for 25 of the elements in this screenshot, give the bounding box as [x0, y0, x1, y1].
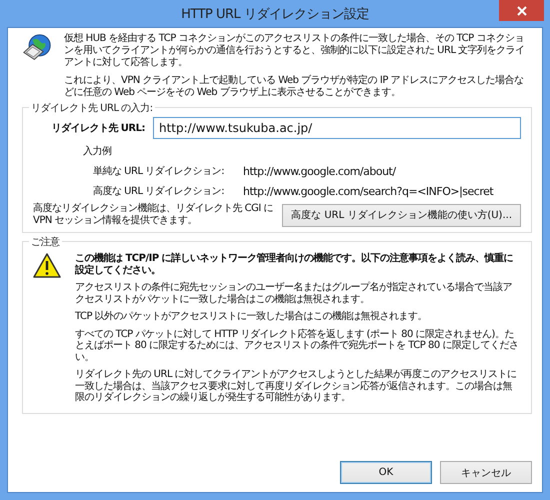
- description-text: これにより、VPN クライアント上で起動している Web ブラウザが特定の IP アドレスにアクセスした場合などに任意の Web ページをその Web ブラウザ上に表示させることができます。: [64, 75, 525, 99]
- warning-text: この機能は TCP/IP に詳しいネットワーク管理者向けの機能です。以下の注意事項をよく読み、慎重に設定してください。: [75, 253, 514, 276]
- close-icon: [516, 6, 526, 16]
- example-url: http://www.google.com/search?q=<INFO>|secret: [243, 184, 494, 198]
- notice-text: リダイレクト先の URL に対してクライアントがアクセスしようとした結果が再度このアクセスリストに一致した場合は、当該アクセス要求に対して再度リダイレクション応答が返信されます。この場合は無限のリダイレクションの繰り返しが発生する可能性があります。: [75, 369, 518, 404]
- url-field[interactable]: http://www.tsukuba.ac.jp/: [153, 117, 521, 139]
- dialog-button[interactable]: OK: [340, 461, 432, 484]
- notice-text: アクセスリストの条件に宛先セッションのユーザー名またはグループ名が指定されている場合で当該アクセスリストがパケットに一致した場合はこの機能は無視されます。: [75, 282, 513, 305]
- notice-text: TCP 以外のパケットがアクセスリストに一致した場合はこの機能は無視されます。: [75, 311, 428, 322]
- note-text: 高度なリダイレクション機能は、リダイレクト先 CGI に VPN セッション情報を提供できます。: [33, 203, 274, 227]
- example-url: http://www.google.com/about/: [243, 164, 396, 178]
- example-label: 高度な URL リダイレクション:: [93, 184, 226, 198]
- example-label: 単純な URL リダイレクション:: [93, 165, 226, 178]
- description-text: 仮想 HUB を経由する TCP コネクションがこのアクセスリストの条件に一致した場合、その TCP コネクションを用いてクライアントが何らかの通信を行おうとすると、強制的に以下に設定された URL 文字列をクライアントに対して応答します。: [64, 33, 526, 69]
- close-button[interactable]: [499, 0, 544, 21]
- notice-text: すべての TCP パケットに対して HTTP リダイレクト応答を返します (ポート 80 に限定されません)。たとえばポート 80 に限定するためには、アクセスリストの条件で宛先ポートを TCP 80 に限定してください。: [75, 328, 520, 363]
- globe-laptop-icon: [22, 33, 52, 63]
- field-label: リダイレクト先 URL:: [50, 122, 145, 135]
- warning-icon: [33, 253, 61, 278]
- dialog-button[interactable]: キャンセル: [440, 461, 532, 484]
- group-title: リダイレクト先 URL の入力:: [29, 101, 155, 115]
- group-title: ご注意: [29, 235, 62, 249]
- window-title: HTTP URL リダイレクション設定: [181, 6, 369, 22]
- help-button[interactable]: 高度な URL リダイレクション機能の使い方(U)...: [282, 204, 521, 226]
- examples-heading: 入力例: [83, 144, 112, 158]
